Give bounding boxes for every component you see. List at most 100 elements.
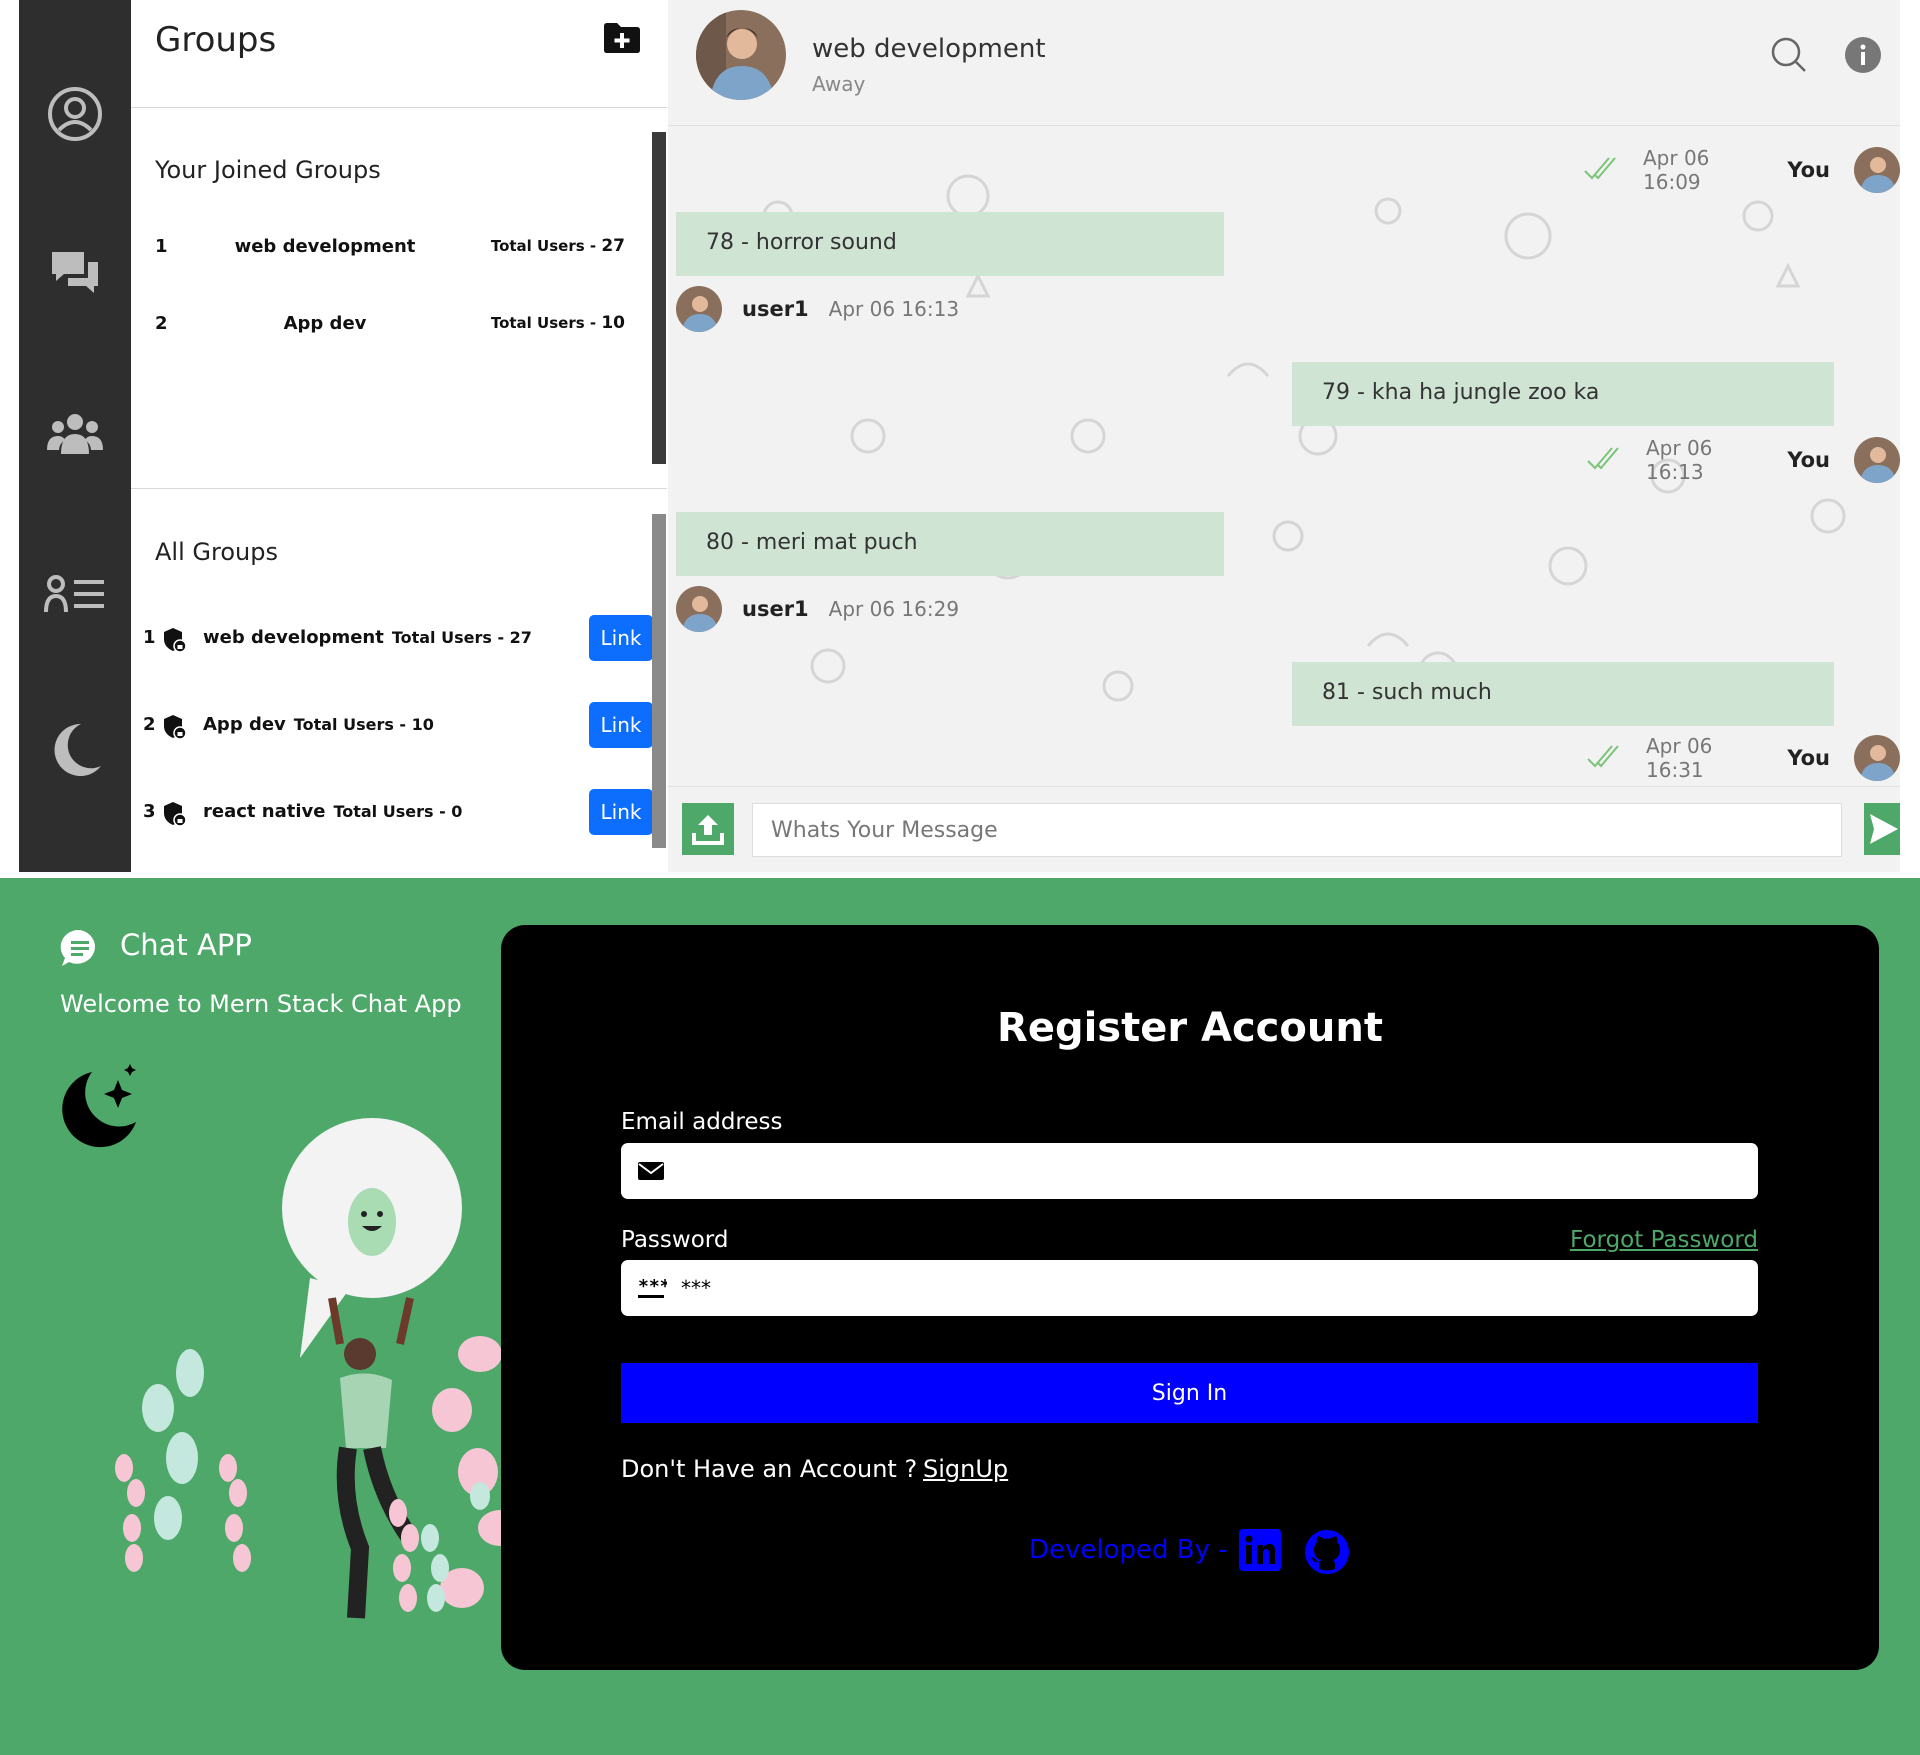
group-number: 2 (143, 714, 156, 735)
total-users-count: 0 (451, 802, 463, 821)
all-groups-scrollbar[interactable] (652, 514, 666, 848)
welcome-text: Welcome to Mern Stack Chat App (60, 990, 462, 1018)
chat-bubble-logo-icon (60, 928, 100, 972)
message-sender: You (1787, 158, 1830, 182)
all-group-row: 1 web development Total Users - 27 Link (143, 615, 653, 661)
message-meta: user1 Apr 06 16:29 (676, 586, 959, 632)
group-name: App dev (283, 313, 367, 334)
total-users-count: 10 (411, 715, 434, 734)
double-check-icon (1586, 445, 1626, 475)
group-number: 1 (155, 236, 168, 257)
all-groups-title: All Groups (155, 538, 278, 566)
group-name-text: react native (203, 801, 326, 822)
message-time: Apr 06 16:29 (828, 597, 960, 621)
contacts-list-icon[interactable] (19, 574, 131, 614)
user-circle-icon[interactable] (19, 86, 131, 142)
group-total-users: Total Users - 0 (333, 802, 462, 821)
joined-groups-scrollbar[interactable] (652, 132, 666, 464)
link-button[interactable]: Link (589, 615, 653, 661)
group-name: App dev Total Users - 10 (203, 714, 434, 735)
groups-header: Groups (131, 0, 667, 108)
link-button[interactable]: Link (589, 789, 653, 835)
avatar[interactable] (1854, 735, 1900, 781)
password-field: ** * (621, 1260, 1758, 1316)
total-users-count: 10 (601, 313, 625, 333)
shield-icon (163, 714, 187, 744)
message-time: Apr 06 16:31 (1646, 734, 1713, 782)
email-field (621, 1143, 1758, 1199)
people-icon[interactable] (19, 410, 131, 456)
password-input[interactable] (681, 1260, 1741, 1316)
shield-icon (163, 801, 187, 831)
all-group-row: 3 react native Total Users - 0 Link (143, 789, 653, 835)
message-composer (668, 786, 1900, 872)
group-name-text: web development (203, 627, 384, 648)
message-bubble: 80 - meri mat puch (676, 512, 1224, 576)
chat-header: web development Away (668, 0, 1900, 126)
register-card: Register Account Email address Password … (501, 925, 1879, 1670)
avatar[interactable] (696, 10, 786, 100)
group-total-users: Total Users - 27 (491, 236, 625, 256)
avatar[interactable] (676, 286, 722, 332)
message-sender: user1 (742, 597, 809, 621)
chat-icon[interactable] (19, 250, 131, 298)
all-group-row: 2 App dev Total Users - 10 Link (143, 702, 653, 748)
signup-link[interactable]: SignUp (923, 1455, 1008, 1483)
groups-title: Groups (155, 20, 277, 60)
message-sender: user1 (742, 297, 809, 321)
joined-group-row[interactable]: 1 web development Total Users - 27 (155, 228, 625, 268)
linkedin-icon[interactable] (1239, 1529, 1281, 1575)
total-users-label: Total Users - (490, 237, 602, 255)
section-divider (131, 488, 667, 489)
add-folder-icon[interactable] (603, 22, 641, 58)
shield-icon (163, 627, 187, 657)
email-label: Email address (621, 1109, 783, 1135)
message-time: Apr 06 16:09 (1643, 146, 1710, 194)
total-users-label: Total Users - (293, 715, 412, 734)
chat-area: web development Away Apr 06 16:09 You 78… (668, 0, 1900, 872)
double-check-icon (1586, 743, 1626, 773)
search-icon[interactable] (1770, 36, 1808, 78)
message-time: Apr 06 16:13 (828, 297, 960, 321)
joined-group-row[interactable]: 2 App dev Total Users - 10 (155, 305, 625, 345)
chat-title: web development (812, 34, 1046, 64)
forgot-password-link[interactable]: Forgot Password (1570, 1227, 1758, 1253)
joined-groups-title: Your Joined Groups (155, 156, 381, 184)
no-account-text: Don't Have an Account ? (621, 1455, 918, 1483)
message-bubble: 79 - kha ha jungle zoo ka (1292, 362, 1834, 426)
group-name: react native Total Users - 0 (203, 801, 462, 822)
send-icon[interactable] (1864, 803, 1900, 855)
message-time: Apr 06 16:13 (1646, 436, 1713, 484)
password-label: Password (621, 1227, 729, 1253)
total-users-label: Total Users - (333, 802, 452, 821)
total-users-label: Total Users - (391, 628, 510, 647)
side-rail (19, 0, 131, 872)
avatar[interactable] (1854, 437, 1900, 483)
total-users-count: 27 (509, 628, 532, 647)
app-name: Chat APP (120, 928, 252, 962)
github-icon[interactable] (1304, 1529, 1350, 1579)
group-total-users: Total Users - 27 (392, 628, 532, 647)
password-dots-icon: *** (637, 1274, 671, 1304)
message-input[interactable] (752, 803, 1842, 857)
info-icon[interactable] (1844, 36, 1882, 78)
group-name-text: App dev (203, 714, 286, 735)
envelope-icon (637, 1159, 665, 1187)
register-screenshot: Chat APP Welcome to Mern Stack Chat App (0, 878, 1920, 1755)
message-sender: You (1787, 448, 1830, 472)
group-name: web development (234, 236, 416, 257)
email-input[interactable] (681, 1143, 1741, 1199)
total-users-label: Total Users - (490, 314, 602, 332)
sign-in-button[interactable]: Sign In (621, 1363, 1758, 1423)
avatar[interactable] (1854, 147, 1900, 193)
message-bubble: 78 - horror sound (676, 212, 1224, 276)
chat-screenshot: Groups Your Joined Groups 1 web developm… (0, 0, 1920, 878)
upload-icon[interactable] (682, 803, 734, 855)
moon-icon[interactable] (19, 720, 131, 780)
avatar[interactable] (676, 586, 722, 632)
message-meta: user1 Apr 06 16:13 (676, 286, 959, 332)
total-users-count: 27 (601, 236, 625, 256)
developed-by-text: Developed By - (1029, 1535, 1228, 1565)
link-button[interactable]: Link (589, 702, 653, 748)
message-list: Apr 06 16:09 You 78 - horror sound user1… (668, 126, 1900, 786)
